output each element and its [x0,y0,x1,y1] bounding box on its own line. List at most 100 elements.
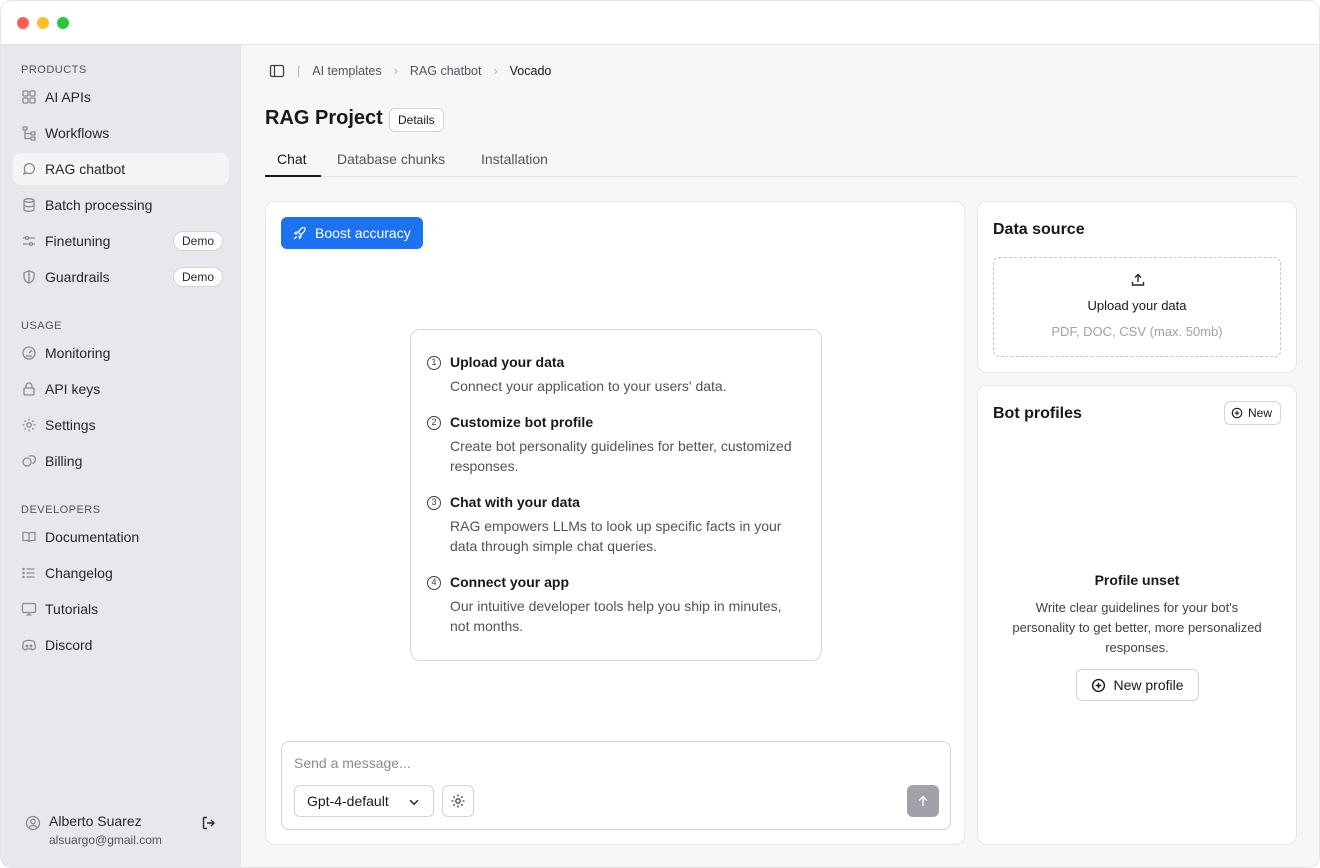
database-icon [21,197,37,213]
arrow-up-icon [918,795,928,806]
sidebar-item-label: Monitoring [45,345,111,361]
model-select[interactable]: Gpt-4-default [294,785,434,817]
app-window: PRODUCTS AI APIs Workflows RAG chatbot B… [0,0,1320,868]
sidebar-item-label: API keys [45,381,101,397]
sidebar-item-label: Changelog [45,565,113,581]
demo-badge: Demo [172,267,223,287]
step-title: Customize bot profile [450,414,594,430]
sidebar-item-discord[interactable]: Discord [13,629,229,661]
sliders-icon [21,233,37,249]
breadcrumb: | AI templates › RAG chatbot › Vocado [269,61,551,81]
sidebar-item-label: Documentation [45,529,140,545]
sidebar-item-finetuning[interactable]: Finetuning Demo [13,225,229,257]
step-description: Create bot personality guidelines for be… [450,438,792,474]
sidebar-item-monitoring[interactable]: Monitoring [13,337,229,369]
user-name: Alberto Suarez [49,813,142,829]
plus-circle-icon [1092,678,1106,692]
sidebar-item-tutorials[interactable]: Tutorials [13,593,229,625]
step-title: Upload your data [450,354,565,370]
tab-installation[interactable]: Installation [481,151,548,177]
step-number: 3 [427,496,441,510]
title-bar [1,1,1319,45]
close-window-button[interactable] [17,17,29,29]
rocket-icon [293,227,306,240]
step-description: RAG empowers LLMs to look up specific fa… [450,518,782,554]
logout-icon[interactable] [201,815,217,831]
sidebar-item-batch-processing[interactable]: Batch processing [13,189,229,221]
upload-icon [1131,273,1145,286]
new-profile-button[interactable]: New profile [1076,669,1199,701]
book-icon [21,529,37,545]
getting-started-steps: 1 Upload your data Connect your applicat… [410,329,822,661]
shield-icon [21,269,37,285]
sidebar-item-guardrails[interactable]: Guardrails Demo [13,261,229,293]
tab-database-chunks[interactable]: Database chunks [337,151,445,177]
sidebar-item-changelog[interactable]: Changelog [13,557,229,589]
sidebar-item-api-keys[interactable]: API keys [13,373,229,405]
sidebar-item-label: RAG chatbot [45,161,126,177]
step-number: 1 [427,356,441,370]
new-profile-label: New profile [1113,677,1184,693]
step-title: Connect your app [450,574,570,590]
message-input[interactable]: Send a message... [294,755,411,771]
send-button[interactable] [907,785,939,817]
tab-label: Chat [277,151,307,167]
empty-state-description: Write clear guidelines for your bot's pe… [1012,600,1262,655]
model-select-value: Gpt-4-default [307,793,389,809]
details-button[interactable]: Details [389,108,444,132]
step-description: Connect your application to your users' … [450,378,727,394]
boost-accuracy-label: Boost accuracy [315,225,411,241]
lock-icon [21,381,37,397]
user-email: alsuargo@gmail.com [49,833,162,847]
tab-chat[interactable]: Chat [277,151,307,177]
sidebar-item-settings[interactable]: Settings [13,409,229,441]
gauge-icon [21,345,37,361]
upload-dropzone[interactable]: Upload your data PDF, DOC, CSV (max. 50m… [993,257,1281,357]
step-description: Our intuitive developer tools help you s… [450,598,782,634]
sidebar-toggle-icon[interactable] [269,63,285,79]
data-source-panel: Data source Upload your data PDF, DOC, C… [977,201,1297,373]
step-title: Chat with your data [450,494,580,510]
boost-accuracy-button[interactable]: Boost accuracy [281,217,423,249]
active-tab-indicator [265,175,321,177]
avatar-icon [25,815,41,831]
workflow-icon [21,125,37,141]
maximize-window-button[interactable] [57,17,69,29]
breadcrumb-separator: › [393,64,398,78]
chevron-down-icon [409,799,419,806]
sidebar-item-label: Batch processing [45,197,153,213]
sidebar-item-label: Tutorials [45,601,99,617]
sidebar-item-label: Discord [45,637,93,653]
minimize-window-button[interactable] [37,17,49,29]
message-composer[interactable]: Send a message... Gpt-4-default [281,741,951,830]
bot-profiles-panel: Bot profiles New Profile unset Write cle… [977,385,1297,845]
plus-circle-icon [1231,407,1243,419]
gear-icon [21,417,37,433]
sidebar-item-label: Settings [45,417,96,433]
page-title: RAG Project [265,107,383,129]
sidebar-item-workflows[interactable]: Workflows [13,117,229,149]
sidebar-item-billing[interactable]: Billing [13,445,229,477]
discord-icon [21,637,37,653]
monitor-icon [21,601,37,617]
sidebar-item-label: Workflows [45,125,110,141]
chat-icon [21,161,37,177]
breadcrumb-item-ai-templates[interactable]: AI templates [312,64,381,78]
upload-hint: PDF, DOC, CSV (max. 50mb) [1051,324,1223,339]
section-label-usage: USAGE [21,320,63,332]
sidebar-item-ai-apis[interactable]: AI APIs [13,81,229,113]
model-settings-button[interactable] [442,785,474,817]
section-label-products: PRODUCTS [21,64,87,76]
tab-label: Database chunks [337,151,446,167]
new-bot-profile-button[interactable]: New [1223,401,1281,425]
user-profile[interactable]: Alberto Suarez alsuargo@gmail.com [21,811,221,851]
upload-title: Upload your data [1087,298,1187,313]
sidebar-item-label: Guardrails [45,269,110,285]
gear-icon [451,794,465,808]
list-icon [21,565,37,581]
sidebar-item-documentation[interactable]: Documentation [13,521,229,553]
coins-icon [21,453,37,469]
main-content: | AI templates › RAG chatbot › Vocado RA… [241,45,1319,867]
sidebar-item-rag-chatbot[interactable]: RAG chatbot [13,153,229,185]
breadcrumb-item-rag-chatbot[interactable]: RAG chatbot [410,64,482,78]
